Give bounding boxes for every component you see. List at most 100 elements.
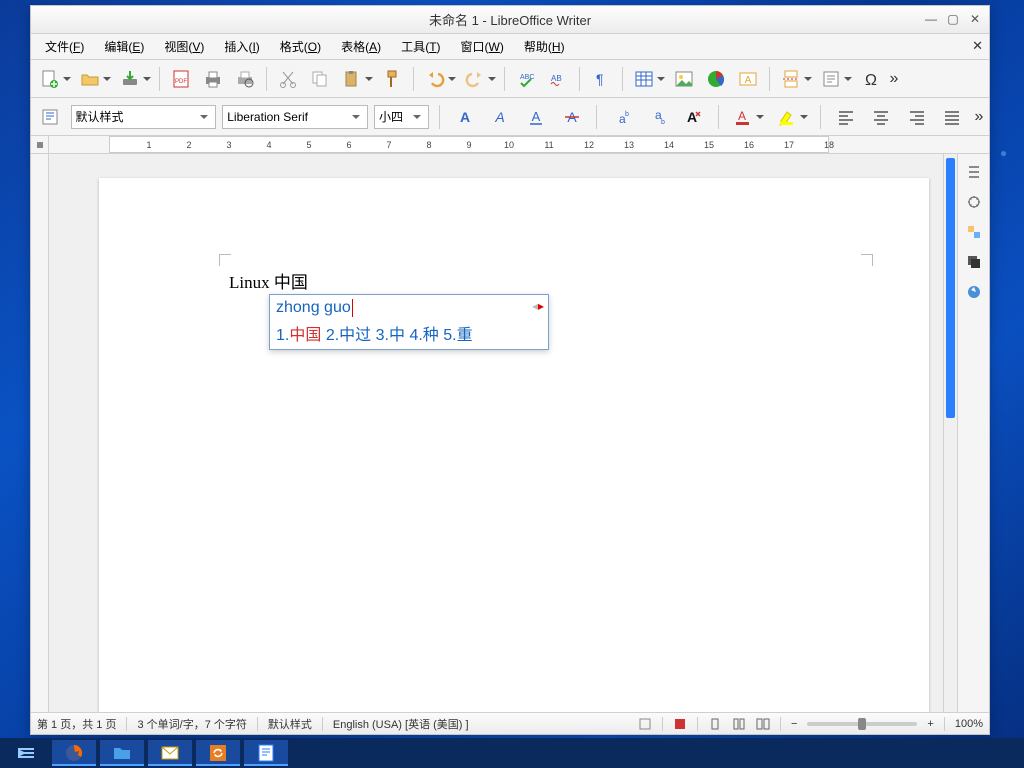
copy-button[interactable] — [305, 64, 335, 94]
taskbar-mail[interactable] — [148, 740, 192, 766]
scrollbar-thumb[interactable] — [946, 158, 955, 418]
font-name-combo[interactable]: Liberation Serif — [222, 105, 368, 129]
highlight-button[interactable] — [772, 102, 810, 132]
status-zoom-percent[interactable]: 100% — [955, 718, 983, 730]
insert-special-char-button[interactable]: Ω — [856, 64, 886, 94]
insert-field-button[interactable] — [816, 64, 854, 94]
subscript-button[interactable]: ab — [643, 102, 673, 132]
ime-candidate-window[interactable]: ◂▸ zhong guo 1.中国 2.中过 3.中 4.种 5.重 — [269, 294, 549, 350]
view-multi-page-icon[interactable] — [732, 717, 746, 731]
svg-text:b: b — [625, 111, 629, 118]
window-title: 未命名 1 - LibreOffice Writer — [31, 10, 989, 29]
status-signature-icon[interactable] — [673, 717, 687, 731]
sidebar-properties-icon[interactable] — [962, 190, 986, 214]
auto-spellcheck-button[interactable]: AB — [543, 64, 573, 94]
ime-candidates[interactable]: 1.中国 2.中过 3.中 4.种 5.重 — [276, 321, 542, 345]
align-left-button[interactable] — [831, 102, 861, 132]
toolbar2-overflow[interactable]: » — [973, 108, 985, 126]
new-doc-button[interactable] — [35, 64, 73, 94]
toolbar1-overflow[interactable]: » — [888, 70, 900, 88]
status-page-style[interactable]: 默认样式 — [268, 716, 312, 732]
cut-button[interactable] — [273, 64, 303, 94]
document-text[interactable]: Linux 中国 — [229, 268, 308, 293]
maximize-button[interactable]: ▢ — [943, 10, 963, 28]
font-color-button[interactable]: A — [729, 102, 767, 132]
superscript-button[interactable]: ab — [607, 102, 637, 132]
menu-view[interactable]: 视图(V) — [156, 35, 212, 58]
menu-insert[interactable]: 插入(I) — [216, 35, 267, 58]
taskbar-files[interactable] — [100, 740, 144, 766]
vertical-scrollbar[interactable] — [943, 154, 957, 712]
menu-edit[interactable]: 编辑(E) — [96, 35, 152, 58]
vertical-ruler[interactable] — [31, 154, 49, 712]
close-button[interactable]: ✕ — [965, 10, 985, 28]
taskbar-writer[interactable] — [244, 740, 288, 766]
insert-table-button[interactable] — [629, 64, 667, 94]
zoom-slider[interactable] — [807, 722, 917, 726]
clear-formatting-button[interactable]: A — [678, 102, 708, 132]
menu-tools[interactable]: 工具(T) — [393, 35, 448, 58]
sidebar-navigator-icon[interactable] — [962, 280, 986, 304]
format-paintbrush-button[interactable] — [377, 64, 407, 94]
print-preview-button[interactable] — [230, 64, 260, 94]
align-right-button[interactable] — [902, 102, 932, 132]
undo-button[interactable] — [420, 64, 458, 94]
sidebar-gallery-icon[interactable] — [962, 250, 986, 274]
save-button[interactable] — [115, 64, 153, 94]
horizontal-ruler[interactable]: 123456789101112131415161718 — [49, 136, 989, 153]
status-wordcount[interactable]: 3 个单词/字，7 个字符 — [137, 716, 246, 732]
formatting-marks-button[interactable]: ¶ — [586, 64, 616, 94]
menu-window[interactable]: 窗口(W) — [453, 35, 512, 58]
menu-format[interactable]: 格式(O) — [272, 35, 329, 58]
zoom-in-button[interactable]: + — [927, 718, 933, 730]
spellcheck-button[interactable]: ABC — [511, 64, 541, 94]
strikethrough-button[interactable]: A — [557, 102, 587, 132]
italic-button[interactable]: A — [486, 102, 516, 132]
margin-marker — [861, 254, 873, 266]
status-page[interactable]: 第 1 页，共 1 页 — [37, 716, 116, 732]
start-menu-button[interactable] — [4, 740, 48, 766]
standard-toolbar: PDF ABC AB ¶ A Ω » — [31, 60, 989, 98]
styles-button[interactable] — [35, 102, 65, 132]
open-button[interactable] — [75, 64, 113, 94]
insert-page-break-button[interactable] — [776, 64, 814, 94]
taskbar-firefox[interactable] — [52, 740, 96, 766]
taskbar[interactable] — [0, 738, 1024, 768]
page-1[interactable]: Linux 中国 ◂▸ zhong guo 1.中国 2.中过 3.中 4.种 … — [99, 178, 929, 712]
menu-help[interactable]: 帮助(H) — [516, 35, 573, 58]
taskbar-update[interactable] — [196, 740, 240, 766]
align-center-button[interactable] — [867, 102, 897, 132]
svg-text:A: A — [495, 109, 505, 125]
document-close-button[interactable]: ✕ — [972, 38, 983, 54]
sidebar-toggle-button[interactable] — [962, 160, 986, 184]
print-direct-button[interactable] — [198, 64, 228, 94]
view-single-page-icon[interactable] — [708, 717, 722, 731]
titlebar[interactable]: 未命名 1 - LibreOffice Writer — ▢ ✕ — [31, 6, 989, 34]
svg-text:Ω: Ω — [865, 72, 877, 89]
svg-text:PDF: PDF — [175, 79, 187, 85]
bold-button[interactable]: A — [450, 102, 480, 132]
zoom-out-button[interactable]: − — [791, 718, 797, 730]
menu-table[interactable]: 表格(A) — [333, 35, 389, 58]
redo-button[interactable] — [460, 64, 498, 94]
align-justify-button[interactable] — [938, 102, 968, 132]
paragraph-style-combo[interactable]: 默认样式 — [71, 105, 217, 129]
menu-file[interactable]: 文件(F) — [37, 35, 92, 58]
minimize-button[interactable]: — — [921, 10, 941, 28]
writer-window: 未命名 1 - LibreOffice Writer — ▢ ✕ 文件(F) 编… — [30, 5, 990, 735]
sidebar-styles-icon[interactable] — [962, 220, 986, 244]
underline-button[interactable]: A — [521, 102, 551, 132]
status-language[interactable]: English (USA) [英语 (美国) ] — [333, 716, 469, 732]
insert-chart-button[interactable] — [701, 64, 731, 94]
document-viewport[interactable]: Linux 中国 ◂▸ zhong guo 1.中国 2.中过 3.中 4.种 … — [49, 154, 943, 712]
paste-button[interactable] — [337, 64, 375, 94]
view-book-icon[interactable] — [756, 717, 770, 731]
status-insert-mode-icon[interactable] — [638, 717, 652, 731]
insert-image-button[interactable] — [669, 64, 699, 94]
export-pdf-button[interactable]: PDF — [166, 64, 196, 94]
margin-marker — [219, 254, 231, 266]
font-size-combo[interactable]: 小四 — [374, 105, 429, 129]
ruler-corner[interactable] — [31, 136, 49, 153]
svg-text:¶: ¶ — [596, 71, 604, 87]
insert-textbox-button[interactable]: A — [733, 64, 763, 94]
